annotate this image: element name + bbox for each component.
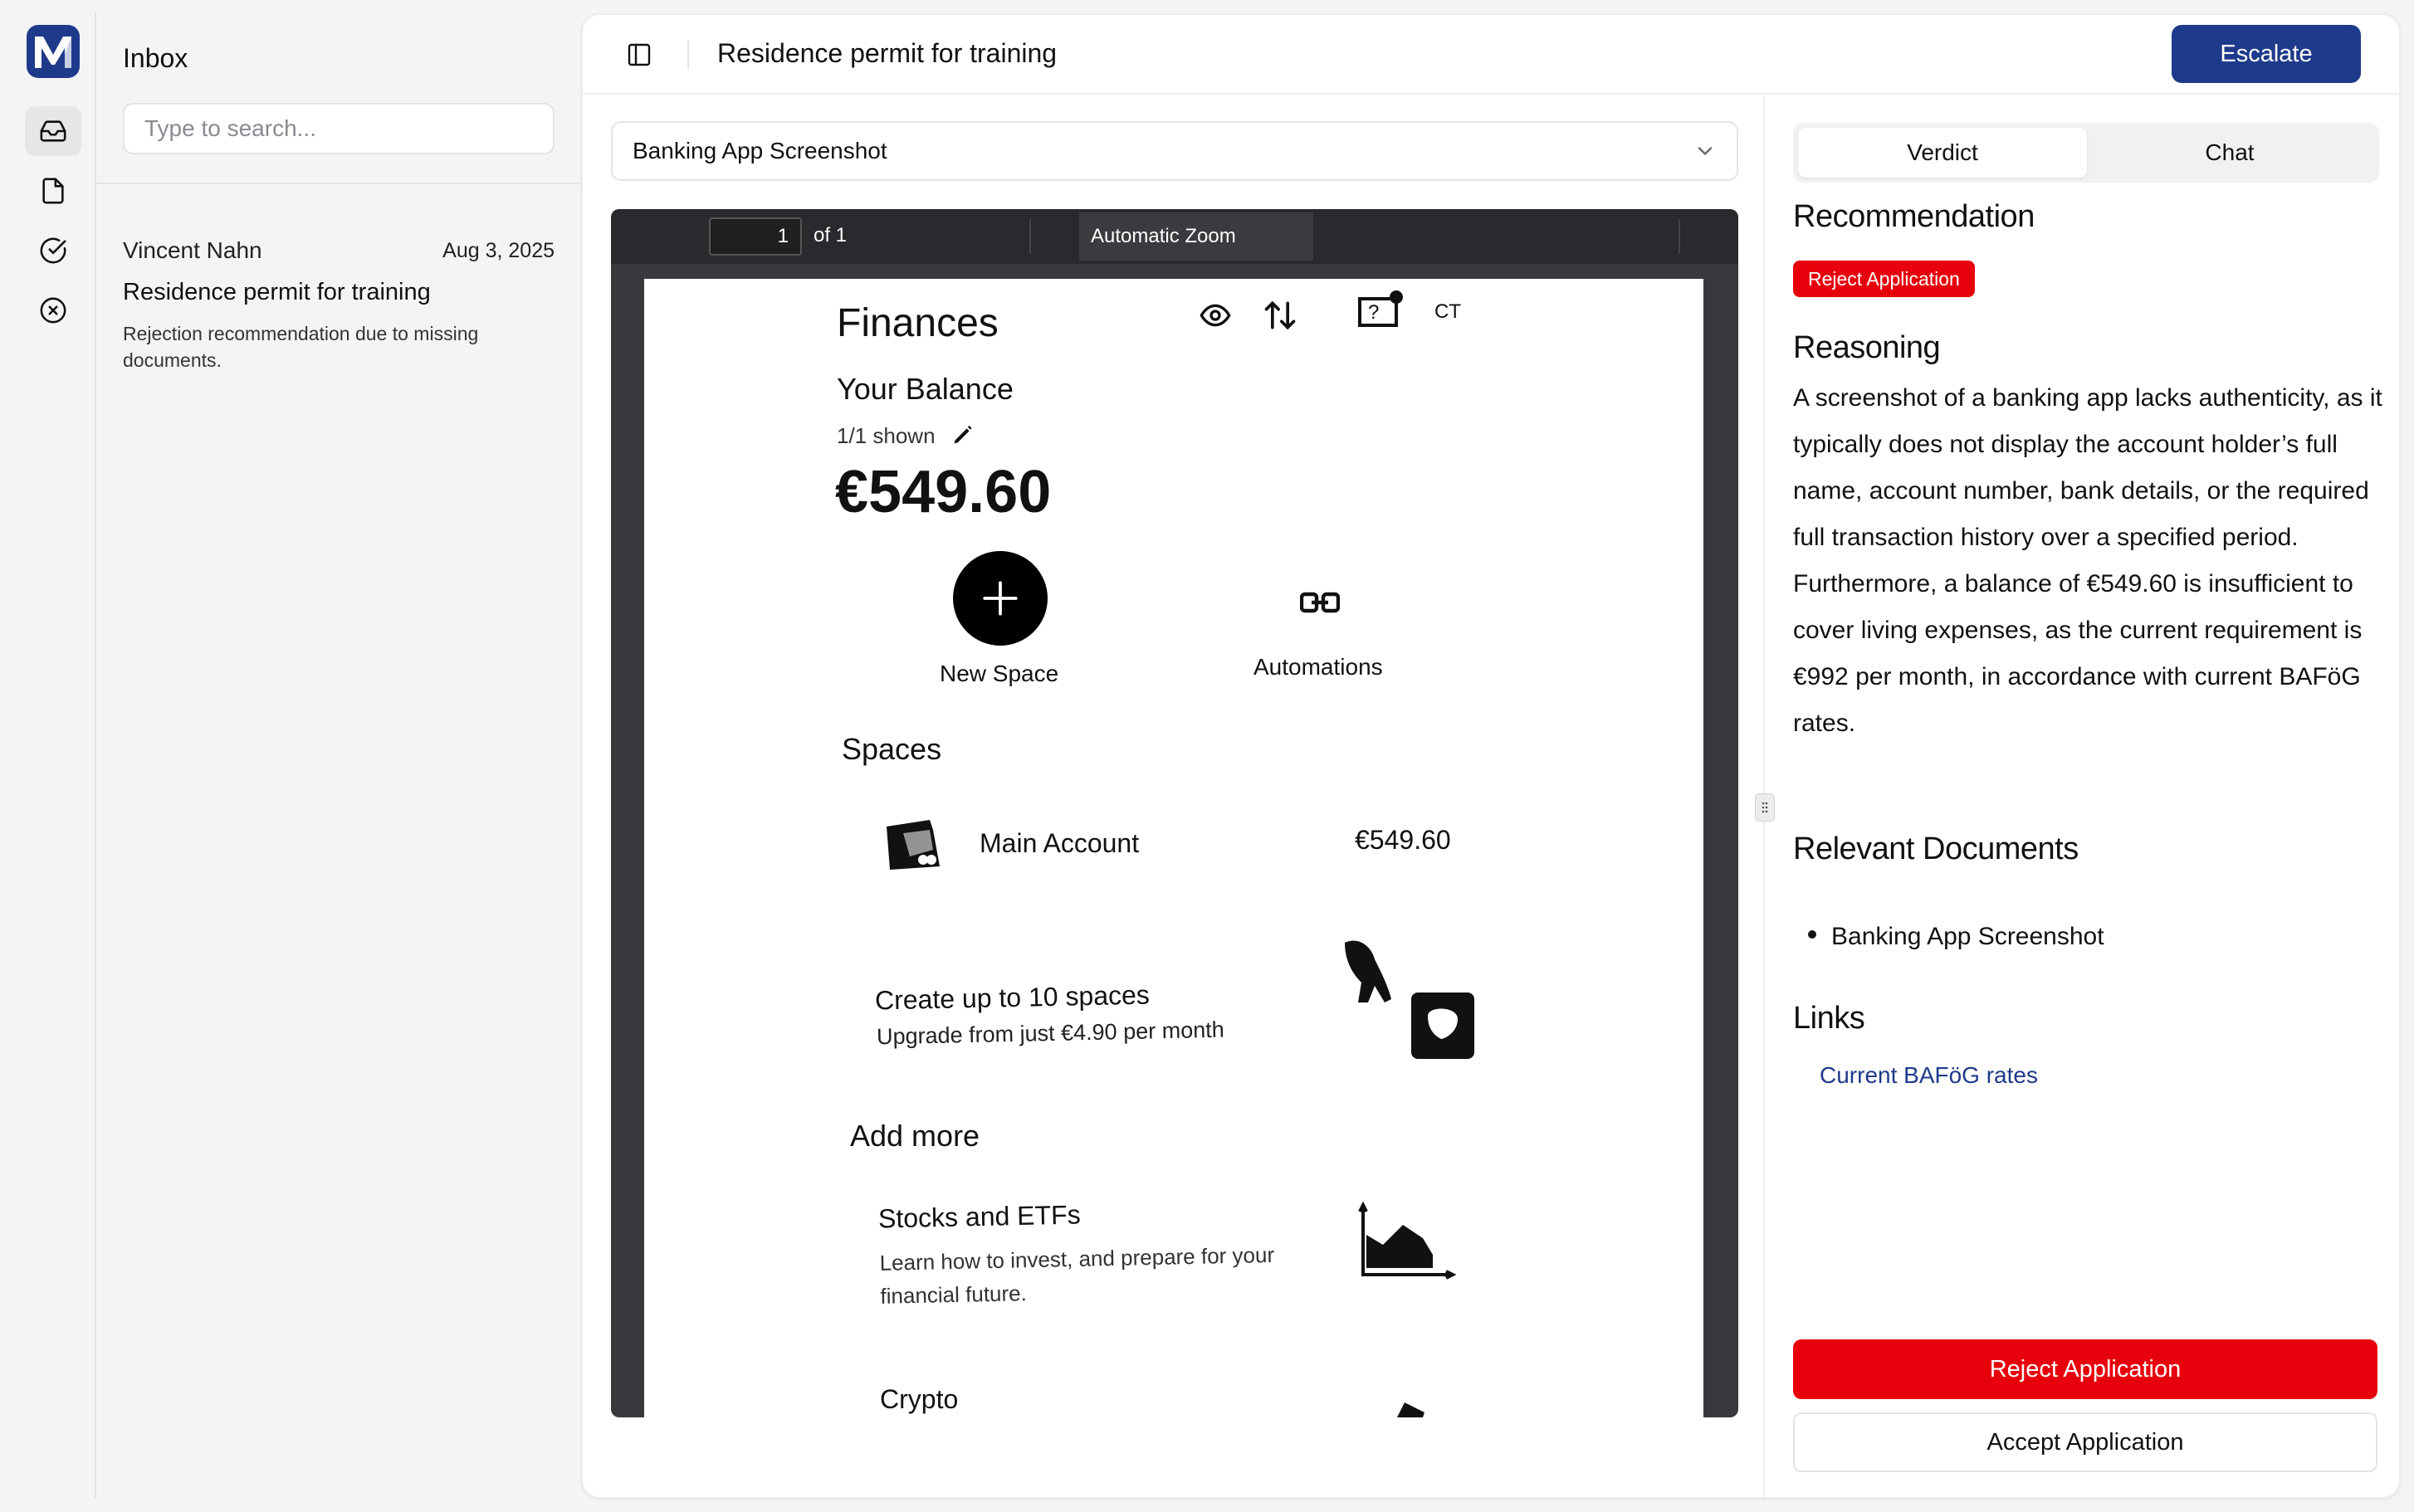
case-header: Residence permit for training Escalate <box>583 15 2399 95</box>
escalate-button[interactable]: Escalate <box>2172 25 2361 83</box>
svg-text:?: ? <box>1368 301 1379 324</box>
header-separator <box>687 40 689 70</box>
link-chain-icon <box>1300 592 1340 613</box>
tab-chat[interactable]: Chat <box>2085 128 2374 178</box>
rail-approved-button[interactable] <box>25 226 81 276</box>
account-card-icon <box>887 820 940 870</box>
document-pane: Banking App Screenshot of 1 Automatic Zo… <box>583 96 1775 1497</box>
inbox-icon <box>40 120 66 142</box>
doc-crypto-title: Crypto <box>880 1384 959 1414</box>
bullet-icon <box>1808 930 1816 939</box>
inbox-item[interactable]: Vincent Nahn Aug 3, 2025 Residence permi… <box>96 211 581 377</box>
page-count: of 1 <box>814 224 848 246</box>
file-icon <box>42 178 64 204</box>
chevron-down-icon <box>1698 147 1713 155</box>
pdf-toolbar: of 1 Automatic Zoom <box>611 209 1738 264</box>
inbox-item-title: Residence permit for training <box>123 279 431 305</box>
doc-ct-label: CT <box>1434 300 1461 323</box>
relevant-document-label: Banking App Screenshot <box>1831 923 2104 950</box>
pdf-viewer[interactable]: of 1 Automatic Zoom Finances ? CT <box>611 209 1738 1417</box>
icon-rail <box>0 0 95 1512</box>
toolbar-separator <box>1029 219 1031 254</box>
divider <box>96 183 581 184</box>
reject-application-button[interactable]: Reject Application <box>1793 1339 2377 1399</box>
document-select[interactable]: Banking App Screenshot <box>611 121 1738 181</box>
reasoning-text: A screenshot of a banking app lacks auth… <box>1793 384 2382 737</box>
bird-piggybank-illustration <box>1345 940 1474 1059</box>
sort-arrows-icon <box>1264 300 1296 330</box>
inbox-panel: Inbox Vincent Nahn Aug 3, 2025 Residence… <box>95 12 581 1499</box>
relevant-documents-heading: Relevant Documents <box>1793 832 2079 866</box>
eye-icon <box>1200 304 1231 327</box>
pdf-page: Finances ? CT Your Balance 1/1 shown €54… <box>644 279 1703 1417</box>
logo-icon[interactable] <box>27 25 80 78</box>
zoom-select[interactable]: Automatic Zoom <box>1079 212 1313 261</box>
sidebar-toggle-button[interactable] <box>623 38 656 71</box>
search-input[interactable] <box>123 103 555 154</box>
toolbar-separator <box>1679 219 1680 254</box>
resize-handle[interactable] <box>1755 793 1775 822</box>
rail-rejected-button[interactable] <box>25 285 81 335</box>
pencil-icon <box>954 425 972 444</box>
plus-icon <box>983 581 1018 616</box>
doc-spaces-heading: Spaces <box>842 732 942 766</box>
verdict-pane: Verdict Chat Recommendation Reject Appli… <box>1767 96 2399 1497</box>
accept-application-button[interactable]: Accept Application <box>1793 1412 2377 1472</box>
doc-create-spaces-title: Create up to 10 spaces <box>874 979 1151 1016</box>
doc-stocks-title: Stocks and ETFs <box>877 1199 1081 1234</box>
doc-finances-heading: Finances <box>837 301 999 345</box>
doc-main-account-label: Main Account <box>980 828 1140 858</box>
crypto-illustration <box>1397 1402 1424 1417</box>
doc-balance-heading: Your Balance <box>837 372 1014 406</box>
reasoning-heading: Reasoning <box>1793 330 1941 365</box>
doc-add-more-heading: Add more <box>850 1119 980 1153</box>
doc-automations-label: Automations <box>1253 654 1383 680</box>
document-select-value: Banking App Screenshot <box>633 138 887 163</box>
doc-main-account-amount: €549.60 <box>1355 825 1451 855</box>
page-number-input[interactable] <box>709 217 802 256</box>
status-badge: Reject Application <box>1793 261 1975 297</box>
x-circle-icon <box>40 297 66 324</box>
doc-new-space-button <box>953 551 1048 646</box>
panel-left-icon <box>628 43 651 66</box>
bafog-rates-link[interactable]: Current BAFöG rates <box>1820 1062 2038 1089</box>
links-heading: Links <box>1793 1001 1865 1036</box>
relevant-document-item[interactable]: Banking App Screenshot <box>1808 923 2104 951</box>
inbox-item-sender: Vincent Nahn <box>123 237 262 263</box>
doc-upgrade-text: Upgrade from just €4.90 per month <box>876 1017 1224 1050</box>
rail-inbox-button[interactable] <box>25 106 81 156</box>
chart-area-illustration <box>1358 1202 1456 1280</box>
page-title: Residence permit for training <box>717 38 1058 68</box>
doc-new-space-label: New Space <box>940 661 1059 686</box>
recommendation-heading: Recommendation <box>1793 199 2035 234</box>
case-panel: Residence permit for training Escalate B… <box>581 13 2401 1499</box>
verdict-tabs: Verdict Chat <box>1793 123 2379 183</box>
doc-balance-amount: €549.60 <box>835 459 1052 525</box>
inbox-item-snippet: Rejection recommendation due to missing … <box>123 323 479 371</box>
help-chat-icon: ? <box>1358 290 1403 327</box>
inbox-title: Inbox <box>123 43 188 73</box>
doc-stocks-description: Learn how to invest, and prepare for you… <box>879 1241 1275 1309</box>
rail-documents-button[interactable] <box>25 166 81 216</box>
inbox-item-date: Aug 3, 2025 <box>442 239 555 262</box>
tab-verdict[interactable]: Verdict <box>1798 128 2087 178</box>
grip-icon <box>1762 802 1768 813</box>
check-circle-icon <box>40 237 66 264</box>
doc-shown-label: 1/1 shown <box>837 423 936 448</box>
